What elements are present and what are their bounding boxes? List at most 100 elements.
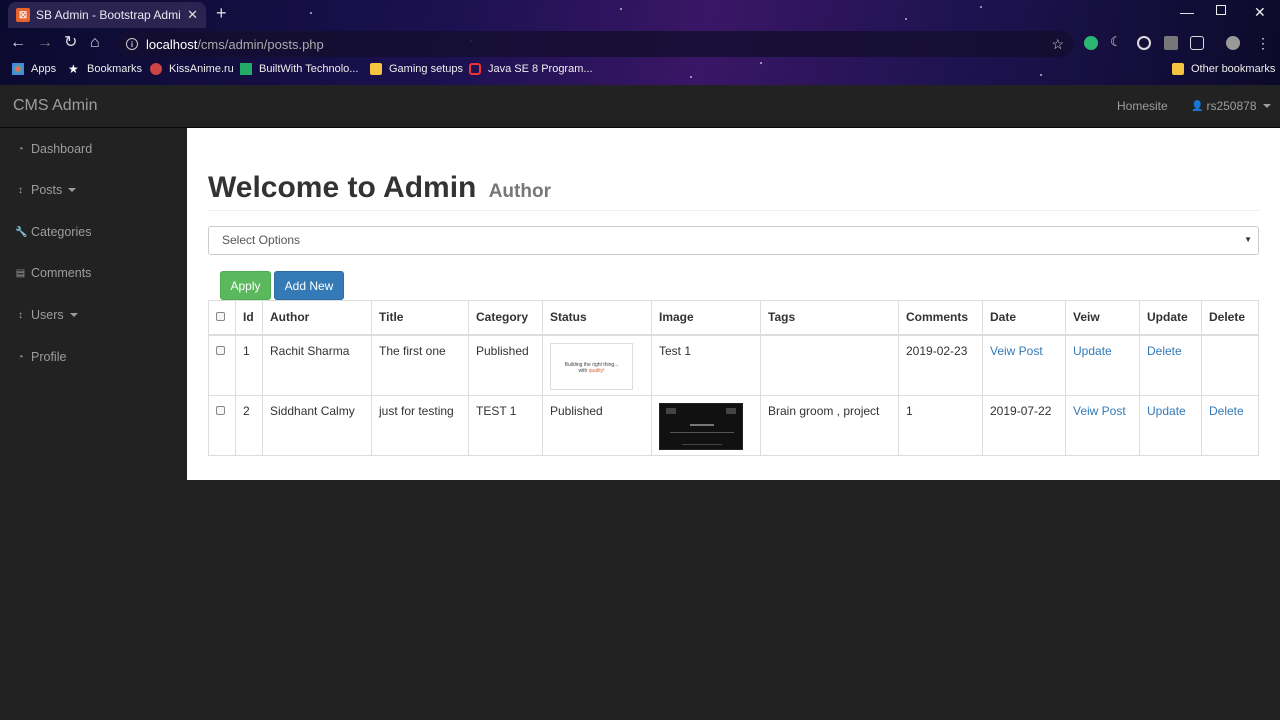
cell-view: Veiw Post bbox=[982, 334, 1066, 396]
extension-cast-icon[interactable] bbox=[1190, 36, 1204, 50]
cell-tags: Test 1 bbox=[651, 334, 761, 396]
bookmark-label: Apps bbox=[31, 63, 57, 75]
add-new-button[interactable]: Add New bbox=[274, 271, 344, 300]
view-post-link[interactable]: Veiw Post bbox=[990, 344, 1043, 358]
profile-avatar-icon[interactable] bbox=[1226, 36, 1240, 50]
back-icon[interactable]: ← bbox=[10, 33, 26, 53]
select-all-cell bbox=[208, 300, 236, 336]
cell-author: Siddhant Calmy bbox=[262, 395, 372, 456]
view-post-link[interactable]: Veiw Post bbox=[1073, 404, 1126, 418]
bookmark-star-icon[interactable]: ☆ bbox=[1051, 36, 1064, 53]
sidebar-item-comments[interactable]: ▤ Comments bbox=[15, 266, 92, 280]
cell-delete: Delete bbox=[1201, 395, 1259, 456]
bookmark-java-se[interactable]: Java SE 8 Program... bbox=[469, 63, 593, 75]
column-header: Title bbox=[371, 300, 469, 336]
cell-update: Update bbox=[1065, 334, 1140, 396]
bookmark-label: KissAnime.ru bbox=[169, 63, 234, 75]
tab-bar: ☒ SB Admin - Bootstrap Admin Ten ✕ + — ✕ bbox=[0, 0, 1280, 28]
file-icon: ▤ bbox=[15, 267, 26, 279]
forward-icon[interactable]: → bbox=[37, 33, 53, 53]
column-header: Tags bbox=[760, 300, 899, 336]
sidebar-item-label: Comments bbox=[31, 266, 92, 280]
apply-button[interactable]: Apply bbox=[220, 271, 271, 300]
cell-image bbox=[651, 395, 761, 456]
wrench-icon: 🔧 bbox=[15, 226, 28, 238]
reload-icon[interactable]: ↻ bbox=[64, 33, 77, 53]
window-close-icon[interactable]: ✕ bbox=[1254, 4, 1266, 21]
extension-darkmode-icon[interactable]: ☾ bbox=[1110, 34, 1124, 49]
menu-kebab-icon[interactable]: ⋮ bbox=[1256, 33, 1270, 53]
dashboard-icon: ◔ bbox=[17, 351, 24, 363]
close-tab-icon[interactable]: ✕ bbox=[187, 7, 198, 23]
bookmark-gaming-setups[interactable]: Gaming setups bbox=[370, 63, 463, 75]
browser-tab[interactable]: ☒ SB Admin - Bootstrap Admin Ten ✕ bbox=[8, 2, 206, 28]
bulk-options-select[interactable]: Select Options ▼ bbox=[208, 226, 1259, 255]
table-row: 2 Siddhant Calmy just for testing TEST 1… bbox=[208, 395, 1259, 456]
url-host: localhost bbox=[146, 36, 198, 52]
page-subtitle: Author bbox=[488, 181, 551, 202]
dashboard-icon: ◔ bbox=[17, 143, 24, 155]
sidebar-item-profile[interactable]: ◔ Profile bbox=[15, 350, 66, 364]
folder-icon bbox=[370, 63, 382, 75]
sidebar-item-posts[interactable]: ↕ Posts bbox=[15, 183, 77, 197]
new-tab-icon[interactable]: + bbox=[216, 4, 227, 22]
user-name: rs250878 bbox=[1206, 99, 1257, 113]
delete-link[interactable]: Delete bbox=[1147, 344, 1182, 358]
tab-title: SB Admin - Bootstrap Admin Ten bbox=[36, 8, 181, 22]
sidebar-item-dashboard[interactable]: ◔ Dashboard bbox=[15, 142, 92, 156]
oracle-icon bbox=[469, 63, 481, 75]
cell-id: 1 bbox=[235, 334, 263, 396]
minimize-icon[interactable]: — bbox=[1180, 4, 1194, 20]
cell-view: Veiw Post bbox=[1065, 395, 1140, 456]
address-bar[interactable]: i localhost/cms/admin/posts.php ☆ bbox=[116, 31, 1074, 57]
extension-copy-icon[interactable] bbox=[1164, 36, 1178, 50]
column-header: Id bbox=[235, 300, 263, 336]
brand-link[interactable]: CMS Admin bbox=[13, 97, 97, 115]
sidebar-item-users[interactable]: ↕ Users bbox=[15, 308, 78, 322]
bookmarks-bar: Apps ★ Bookmarks KissAnime.ru BuiltWith T… bbox=[0, 59, 1280, 81]
update-link[interactable]: Update bbox=[1147, 404, 1186, 418]
bookmark-kissanime[interactable]: KissAnime.ru bbox=[150, 63, 234, 75]
table-header-row: Id Author Title Category Status Image Ta… bbox=[208, 300, 1259, 336]
extension-grammarly-icon[interactable] bbox=[1084, 36, 1098, 50]
cell-id: 2 bbox=[235, 395, 263, 456]
select-all-checkbox[interactable] bbox=[216, 312, 225, 322]
column-header: Delete bbox=[1201, 300, 1259, 336]
bookmark-apps[interactable]: Apps bbox=[12, 63, 56, 75]
bookmark-builtwith[interactable]: BuiltWith Technolo... bbox=[240, 63, 358, 75]
bookmark-bookmarks[interactable]: ★ Bookmarks bbox=[68, 63, 142, 75]
home-icon[interactable]: ⌂ bbox=[90, 33, 100, 53]
sidebar-item-label: Categories bbox=[31, 225, 92, 239]
cell-date: 2019-07-22 bbox=[982, 395, 1066, 456]
bookmark-other[interactable]: Other bookmarks bbox=[1172, 63, 1275, 75]
delete-link[interactable]: Delete bbox=[1209, 404, 1244, 418]
site-info-icon[interactable]: i bbox=[126, 38, 138, 50]
column-header: Date bbox=[982, 300, 1066, 336]
post-thumbnail bbox=[659, 403, 743, 450]
page-content: Welcome to Admin Author Select Options ▼… bbox=[187, 128, 1280, 480]
row-checkbox[interactable] bbox=[216, 406, 225, 415]
xampp-favicon-icon: ☒ bbox=[16, 8, 30, 22]
homesite-link[interactable]: Homesite bbox=[1117, 99, 1168, 113]
sidebar-item-label: Posts bbox=[31, 183, 63, 197]
page-title: Welcome to Admin Author bbox=[208, 171, 551, 205]
sidebar-item-label: Dashboard bbox=[31, 142, 93, 156]
sidebar-item-categories[interactable]: 🔧 Categories bbox=[15, 225, 91, 239]
cell-status: Published bbox=[542, 395, 652, 456]
row-checkbox-cell bbox=[208, 334, 236, 396]
bookmark-label: Gaming setups bbox=[389, 63, 463, 75]
cell-empty bbox=[1201, 334, 1259, 396]
row-checkbox[interactable] bbox=[216, 345, 225, 355]
extension-speed-icon[interactable] bbox=[1137, 36, 1151, 50]
cell-delete: Delete bbox=[1139, 334, 1202, 396]
arrows-v-icon: ↕ bbox=[18, 309, 23, 321]
column-header: Image bbox=[651, 300, 761, 336]
cell-comments bbox=[760, 334, 899, 396]
apps-grid-icon bbox=[12, 63, 24, 75]
cell-tags: Brain groom , project bbox=[760, 395, 899, 456]
user-icon: 👤 bbox=[1191, 100, 1204, 112]
user-menu[interactable]: 👤 rs250878 bbox=[1191, 99, 1271, 113]
posts-table: Id Author Title Category Status Image Ta… bbox=[208, 300, 1259, 456]
update-link[interactable]: Update bbox=[1073, 344, 1112, 358]
maximize-icon[interactable] bbox=[1216, 5, 1226, 15]
